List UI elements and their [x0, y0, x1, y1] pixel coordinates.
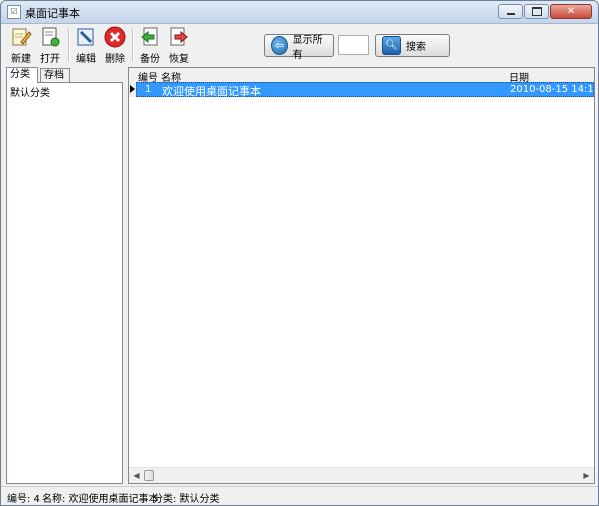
app-window: ☑ 桌面记事本 ✕ 新建 打开 编辑 删除 备份 恢复 ⇦ 显示所有 🔍︎ 搜索… [0, 0, 599, 506]
app-icon: ☑ [7, 5, 21, 19]
table-row[interactable]: 1 欢迎使用桌面记事本 2010-08-15 14:15:0 [129, 82, 594, 98]
restore-button-label: 恢复 [169, 54, 189, 65]
delete-icon [104, 26, 126, 48]
new-button[interactable]: 新建 [7, 26, 35, 65]
scrollbar-thumb[interactable] [144, 470, 154, 481]
delete-button-label: 删除 [105, 54, 125, 65]
cell-id: 1 [145, 84, 152, 95]
backup-icon [139, 26, 161, 48]
restore-button[interactable]: 恢复 [165, 26, 193, 65]
current-row-arrow-icon [130, 85, 135, 93]
category-list[interactable]: 默认分类 [6, 82, 123, 484]
status-bar: 编号: 4 名称: 欢迎使用桌面记事本 分类: 默认分类 [1, 486, 598, 505]
status-category: 分类: 默认分类 [153, 494, 220, 505]
tab-category[interactable]: 分类 [6, 67, 38, 83]
search-input[interactable] [338, 35, 369, 55]
cell-name: 欢迎使用桌面记事本 [162, 85, 261, 98]
new-button-label: 新建 [11, 54, 31, 65]
open-button[interactable]: 打开 [36, 26, 64, 65]
cell-date: 2010-08-15 14:15:0 [510, 84, 594, 95]
title-bar[interactable]: ☑ 桌面记事本 ✕ [1, 1, 598, 24]
edit-button[interactable]: 编辑 [72, 26, 100, 65]
restore-icon [168, 26, 190, 48]
category-pane: 分类 存档 默认分类 [6, 67, 123, 484]
row-indicator [129, 82, 136, 97]
minimize-icon [506, 13, 515, 15]
scroll-left-icon[interactable]: ◀ [129, 468, 144, 483]
selected-row[interactable]: 1 欢迎使用桌面记事本 2010-08-15 14:15:0 [136, 82, 594, 98]
toolbar-separator [132, 28, 134, 62]
search-button-label: 搜索 [406, 42, 426, 53]
status-name: 名称: 欢迎使用桌面记事本 [42, 494, 159, 505]
new-note-icon [10, 26, 32, 48]
status-id: 编号: 4 [7, 494, 40, 505]
close-icon: ✕ [566, 5, 576, 17]
toolbar: 新建 打开 编辑 删除 备份 恢复 ⇦ 显示所有 🔍︎ 搜索 [1, 24, 598, 66]
edit-button-label: 编辑 [76, 54, 96, 65]
maximize-icon [531, 7, 542, 16]
maximize-button[interactable] [524, 4, 549, 19]
open-button-label: 打开 [40, 54, 60, 65]
window-controls: ✕ [497, 4, 592, 19]
table-header: 编号 名称 日期 [129, 68, 594, 84]
list-item[interactable]: 默认分类 [7, 83, 122, 100]
search-icon: 🔍︎ [382, 36, 401, 55]
tab-archive[interactable]: 存档 [40, 68, 70, 82]
back-arrow-icon: ⇦ [271, 36, 288, 55]
toolbar-separator [68, 28, 70, 62]
search-button[interactable]: 🔍︎ 搜索 [375, 34, 450, 57]
horizontal-scrollbar[interactable]: ◀ ▶ [129, 467, 594, 483]
backup-button-label: 备份 [140, 54, 160, 65]
window-title: 桌面记事本 [25, 7, 80, 20]
backup-button[interactable]: 备份 [136, 26, 164, 65]
category-tabs: 分类 存档 [6, 67, 123, 83]
delete-button[interactable]: 删除 [101, 26, 129, 65]
show-all-label: 显示所有 [292, 34, 323, 61]
edit-icon [75, 26, 97, 48]
open-note-icon [39, 26, 61, 48]
notes-grid[interactable]: 编号 名称 日期 1 欢迎使用桌面记事本 2010-08-15 14:15:0 … [128, 67, 595, 484]
scroll-right-icon[interactable]: ▶ [579, 468, 594, 483]
close-button[interactable]: ✕ [550, 4, 592, 19]
minimize-button[interactable] [498, 4, 523, 19]
show-all-button[interactable]: ⇦ 显示所有 [264, 34, 334, 61]
